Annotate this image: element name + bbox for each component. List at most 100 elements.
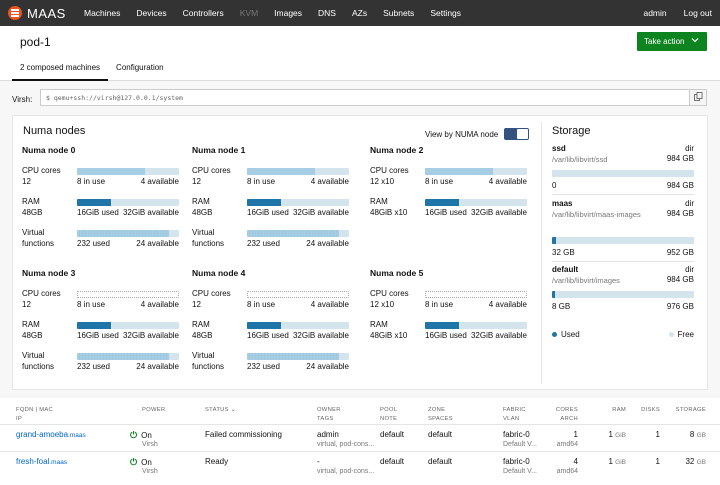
vf-resource: Virtual functions 232 used 24 available xyxy=(192,227,362,257)
nav-item-machines[interactable]: Machines xyxy=(84,8,120,18)
nav-item-images[interactable]: Images xyxy=(274,8,302,18)
ram-resource: RAM 48GiB x10 16GiB used 32GiB available xyxy=(370,196,540,226)
vf-meter-fill xyxy=(247,230,339,237)
machine-cores: 1 xyxy=(573,430,578,439)
take-action-label: Take action xyxy=(644,37,685,46)
ram-resource: RAM 48GB 16GiB used 32GiB available xyxy=(22,319,192,349)
numa-node-title: Numa node 0 xyxy=(22,145,76,155)
table-row[interactable]: fresh-foal.maas ⏻ On Virsh Ready - virtual, po… xyxy=(0,451,720,477)
machine-tags: virtual, pod-cons... xyxy=(317,441,375,448)
pool-path: /var/lib/libvirt/images xyxy=(552,276,620,285)
ram-meter xyxy=(425,322,527,329)
vf-meter xyxy=(247,230,349,237)
table-row[interactable]: grand-amoeba.maas ⏻ On Virsh Failed commissi… xyxy=(0,424,720,450)
cpu-meter xyxy=(425,168,527,175)
nav-item-devices[interactable]: Devices xyxy=(136,8,166,18)
cpu-cores-value: 12 xyxy=(192,177,201,186)
pool-free: 976 GB xyxy=(666,302,694,311)
tab-composed-machines[interactable]: 2 composed machines xyxy=(12,57,109,81)
pool-meter xyxy=(552,170,694,177)
numa-toggle-switch[interactable] xyxy=(504,128,530,140)
pool-size: 984 GB xyxy=(666,209,694,218)
chevron-down-icon: ⌄ xyxy=(230,407,236,413)
nav-item-controllers[interactable]: Controllers xyxy=(183,8,224,18)
vf-meter-fill xyxy=(77,353,169,360)
header-pool[interactable]: POOL NOTE xyxy=(380,406,397,424)
power-icon: ⏻ xyxy=(130,457,138,467)
header-cores[interactable]: CORES ARCH xyxy=(548,406,578,424)
cpu-available: 4 available xyxy=(140,177,179,186)
header-zone[interactable]: ZONE SPACES xyxy=(428,406,453,424)
pool-type: dir xyxy=(685,265,694,274)
machine-fqdn[interactable]: fresh-foal.maas xyxy=(16,457,67,466)
header-owner[interactable]: OWNER TAGS xyxy=(317,406,341,424)
machine-vlan: Default V... xyxy=(503,468,537,475)
cpu-resource: CPU cores 12 8 in use 4 available xyxy=(22,165,192,195)
machine-pool: default xyxy=(380,457,405,466)
ram-used: 16GiB used xyxy=(77,331,119,340)
nav-item-settings[interactable]: Settings xyxy=(430,8,461,18)
cpu-resource: CPU cores 12 8 in use 4 available xyxy=(22,288,192,318)
header-power[interactable]: POWER xyxy=(142,406,165,415)
cpu-resource: CPU cores 12 8 in use 4 available xyxy=(192,165,362,195)
ram-resource: RAM 48GB 16GiB used 32GiB available xyxy=(192,196,362,226)
resources-card: Numa nodes View by NUMA node Numa node 0… xyxy=(12,115,708,390)
logout-link[interactable]: Log out xyxy=(684,8,712,18)
power-state[interactable]: ⏻ On xyxy=(130,457,152,468)
copy-icon xyxy=(693,92,703,103)
brand-name: MAAS xyxy=(27,5,66,21)
ram-meter-fill xyxy=(247,322,281,329)
cpu-label: CPU cores xyxy=(370,166,409,175)
nav-item-dns[interactable]: DNS xyxy=(318,8,336,18)
machine-fabric: fabric-0 xyxy=(503,457,530,466)
vf-available: 24 available xyxy=(306,362,349,371)
pool-size: 984 GB xyxy=(666,154,694,163)
machine-owner: - xyxy=(317,457,320,466)
numa-nodes-title: Numa nodes xyxy=(23,125,86,137)
header-fabric[interactable]: FABRIC VLAN xyxy=(503,406,526,424)
machine-zone: default xyxy=(428,430,453,439)
cpu-meter-fill xyxy=(77,168,146,175)
cpu-cores-value: 12 xyxy=(22,177,31,186)
power-state[interactable]: ⏻ On xyxy=(130,430,152,441)
virsh-address-field[interactable]: $ qemu+ssh://virsh@127.0.0.1/system xyxy=(40,89,690,106)
numa-node-title: Numa node 1 xyxy=(192,145,246,155)
cpu-label: CPU cores xyxy=(370,289,409,298)
header-disks[interactable]: DISKS xyxy=(636,406,660,415)
vf-meter xyxy=(77,230,179,237)
header-ram[interactable]: RAM xyxy=(600,406,626,415)
ram-size: 48GB xyxy=(192,331,213,340)
ram-size: 48GiB x10 xyxy=(370,331,408,340)
machine-owner: admin xyxy=(317,430,339,439)
maas-logo[interactable]: MAAS xyxy=(8,6,68,21)
legend-free: Free xyxy=(668,330,694,339)
user-menu[interactable]: admin xyxy=(643,8,666,18)
vf-label: Virtual functions xyxy=(22,228,55,248)
pool-free: 984 GB xyxy=(666,181,694,190)
vf-label: Virtual functions xyxy=(192,228,225,248)
machine-cores: 4 xyxy=(573,457,578,466)
machine-disks: 1 xyxy=(655,430,660,439)
cpu-resource: CPU cores 12 x10 8 in use 4 available xyxy=(370,165,540,195)
tab-configuration[interactable]: Configuration xyxy=(108,57,172,81)
header-storage[interactable]: STORAGE xyxy=(670,406,706,415)
top-navigation: MAAS Machines Devices Controllers KVM Images… xyxy=(0,0,720,26)
numa-node-title: Numa node 3 xyxy=(22,268,76,278)
nav-item-azs[interactable]: AZs xyxy=(352,8,367,18)
machine-disks: 1 xyxy=(655,457,660,466)
nav-item-subnets[interactable]: Subnets xyxy=(383,8,414,18)
cpu-meter xyxy=(77,291,179,298)
machine-storage: 32 GB xyxy=(685,457,706,466)
header-status[interactable]: STATUS ⌄ xyxy=(205,406,236,415)
copy-button[interactable] xyxy=(689,89,707,106)
maas-logo-icon xyxy=(8,6,22,20)
machine-fqdn[interactable]: grand-amoeba.maas xyxy=(16,430,86,439)
machine-vlan: Default V... xyxy=(503,441,537,448)
legend-used: Used xyxy=(552,330,580,339)
ram-meter xyxy=(77,322,179,329)
take-action-button[interactable]: Take action xyxy=(637,32,707,51)
storage-section: Storage ssd dir/var/lib/libvirt/ssd 984 GB… xyxy=(541,122,701,384)
header-fqdn[interactable]: FQDN | MAC IP xyxy=(16,406,53,424)
nav-item-kvm[interactable]: KVM xyxy=(240,8,258,18)
virsh-address-row: Virsh: $ qemu+ssh://virsh@127.0.0.1/syst… xyxy=(0,81,720,111)
